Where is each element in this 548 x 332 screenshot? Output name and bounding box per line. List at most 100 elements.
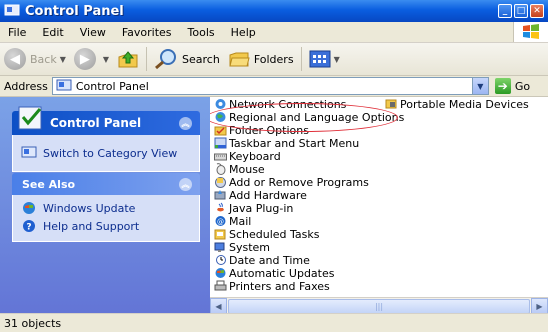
folders-icon	[229, 52, 250, 67]
svg-text:@: @	[217, 218, 224, 226]
horizontal-scrollbar[interactable]: ◀ ||| ▶	[210, 297, 548, 315]
menu-view[interactable]: View	[72, 26, 114, 39]
item-scheduled-tasks[interactable]: Scheduled Tasks	[214, 227, 320, 241]
folders-button[interactable]: Folders	[224, 45, 298, 73]
svg-text:?: ?	[26, 223, 31, 233]
date-time-icon	[216, 255, 226, 265]
forward-button[interactable]: ▶ ▼	[70, 45, 113, 73]
see-also-section: See Also ︽ Windows Update ? Help and Sup…	[12, 173, 200, 242]
see-also-header[interactable]: See Also ︽	[12, 173, 200, 195]
views-button[interactable]: ▼	[305, 45, 344, 73]
forward-arrow-icon: ▶	[73, 48, 96, 70]
status-bar: 31 objects	[0, 313, 548, 332]
control-panel-section: Control Panel ︽ Switch to Category View	[12, 106, 200, 172]
item-automatic-updates[interactable]: Automatic Updates	[214, 266, 334, 280]
see-also-title: See Also	[22, 177, 76, 191]
control-panel-items: Network Connections Regional and Languag…	[210, 97, 548, 297]
maximize-button[interactable]: □	[514, 4, 528, 18]
taskbar-icon	[214, 137, 227, 149]
item-network-connections[interactable]: Network Connections	[214, 97, 346, 111]
item-add-hardware[interactable]: Add Hardware	[214, 188, 307, 202]
category-view-icon	[21, 146, 37, 158]
item-java-plug-in[interactable]: Java Plug-in	[214, 201, 293, 215]
address-bar: Address Control Panel ▼ ➔ Go	[0, 76, 548, 97]
up-folder-icon	[118, 51, 138, 68]
item-mail[interactable]: @ Mail	[214, 214, 251, 228]
item-system[interactable]: System	[214, 240, 270, 254]
go-label: Go	[514, 79, 531, 93]
back-label: Back	[30, 52, 57, 66]
control-panel-section-title: Control Panel	[50, 116, 142, 130]
java-icon	[217, 202, 224, 212]
menu-help[interactable]: Help	[223, 26, 264, 39]
views-icon	[309, 50, 331, 68]
control-panel-icon	[56, 79, 72, 91]
minimize-button[interactable]: _	[498, 4, 512, 18]
up-folder-button[interactable]	[113, 45, 143, 73]
toolbar-separator	[300, 47, 302, 71]
see-also-body: Windows Update ? Help and Support	[12, 195, 200, 242]
help-and-support-link[interactable]: ? Help and Support	[13, 217, 199, 235]
item-date-and-time[interactable]: Date and Time	[214, 253, 310, 267]
menu-file[interactable]: File	[0, 26, 34, 39]
windows-update-label: Windows Update	[43, 201, 136, 215]
folder-options-icon	[214, 126, 227, 136]
address-input[interactable]: Control Panel ▼	[51, 77, 489, 95]
control-panel-section-body: Switch to Category View	[12, 135, 200, 172]
item-folder-options[interactable]: Folder Options	[214, 123, 309, 137]
switch-to-category-view-link[interactable]: Switch to Category View	[13, 144, 177, 162]
help-icon: ?	[23, 220, 35, 233]
go-arrow-icon: ➔	[494, 78, 511, 94]
item-add-or-remove-programs[interactable]: Add or Remove Programs	[214, 175, 369, 189]
address-label: Address	[4, 79, 48, 93]
item-printers-and-faxes[interactable]: Printers and Faxes	[214, 279, 330, 293]
item-regional-and-language-options[interactable]: Regional and Language Options	[214, 110, 404, 124]
automatic-updates-icon	[215, 268, 226, 278]
collapse-chevron-icon[interactable]: ︽	[179, 177, 192, 191]
help-and-support-label: Help and Support	[43, 219, 140, 233]
address-dropdown-icon[interactable]: ▼	[471, 78, 488, 94]
address-value: Control Panel	[75, 79, 149, 93]
printer-icon	[214, 280, 227, 291]
globe-icon	[215, 112, 226, 122]
portable-media-devices-icon	[385, 99, 397, 109]
menu-favorites[interactable]: Favorites	[114, 26, 180, 39]
forward-dropdown-icon[interactable]: ▼	[103, 55, 109, 64]
control-panel-icon	[4, 4, 20, 16]
item-taskbar-and-start-menu[interactable]: Taskbar and Start Menu	[214, 136, 359, 150]
back-arrow-icon: ◀	[4, 48, 26, 70]
search-label: Search	[182, 52, 220, 66]
status-text: 31 objects	[4, 316, 62, 330]
back-dropdown-icon[interactable]: ▼	[60, 55, 66, 64]
menu-tools[interactable]: Tools	[180, 26, 223, 39]
windows-update-link[interactable]: Windows Update	[13, 199, 199, 217]
windows-logo-icon	[513, 22, 548, 42]
window-title: Control Panel	[25, 3, 124, 19]
item-keyboard[interactable]: Keyboard	[214, 149, 281, 163]
close-button[interactable]: ✕	[530, 4, 544, 18]
toolbar: ◀ Back ▼ ▶ ▼ Search Folders ▼	[0, 43, 548, 76]
system-icon	[214, 242, 225, 252]
title-bar: Control Panel _ □ ✕	[0, 0, 548, 22]
add-remove-programs-icon	[215, 177, 226, 188]
views-dropdown-icon[interactable]: ▼	[334, 55, 340, 64]
mail-icon: @	[215, 216, 226, 226]
go-button[interactable]: ➔ Go	[494, 78, 531, 94]
switch-to-category-view-label: Switch to Category View	[43, 146, 178, 160]
scrollbar-thumb[interactable]: |||	[228, 299, 530, 314]
item-mouse[interactable]: Mouse	[214, 162, 265, 176]
scheduled-tasks-icon	[214, 229, 226, 240]
back-button[interactable]: ◀ Back ▼	[0, 45, 70, 73]
toolbar-separator	[146, 47, 148, 71]
collapse-chevron-icon[interactable]: ︽	[179, 116, 192, 130]
search-button[interactable]: Search	[150, 45, 224, 73]
menu-edit[interactable]: Edit	[34, 26, 71, 39]
folders-label: Folders	[253, 52, 294, 66]
menu-bar: File Edit View Favorites Tools Help	[0, 22, 548, 43]
item-portable-media-devices[interactable]: Portable Media Devices	[385, 97, 529, 111]
windows-update-icon	[23, 202, 35, 214]
mouse-icon	[216, 163, 226, 175]
keyboard-icon	[214, 153, 227, 161]
control-panel-section-header[interactable]: Control Panel ︽	[12, 106, 200, 135]
control-panel-checklist-icon	[18, 106, 42, 130]
